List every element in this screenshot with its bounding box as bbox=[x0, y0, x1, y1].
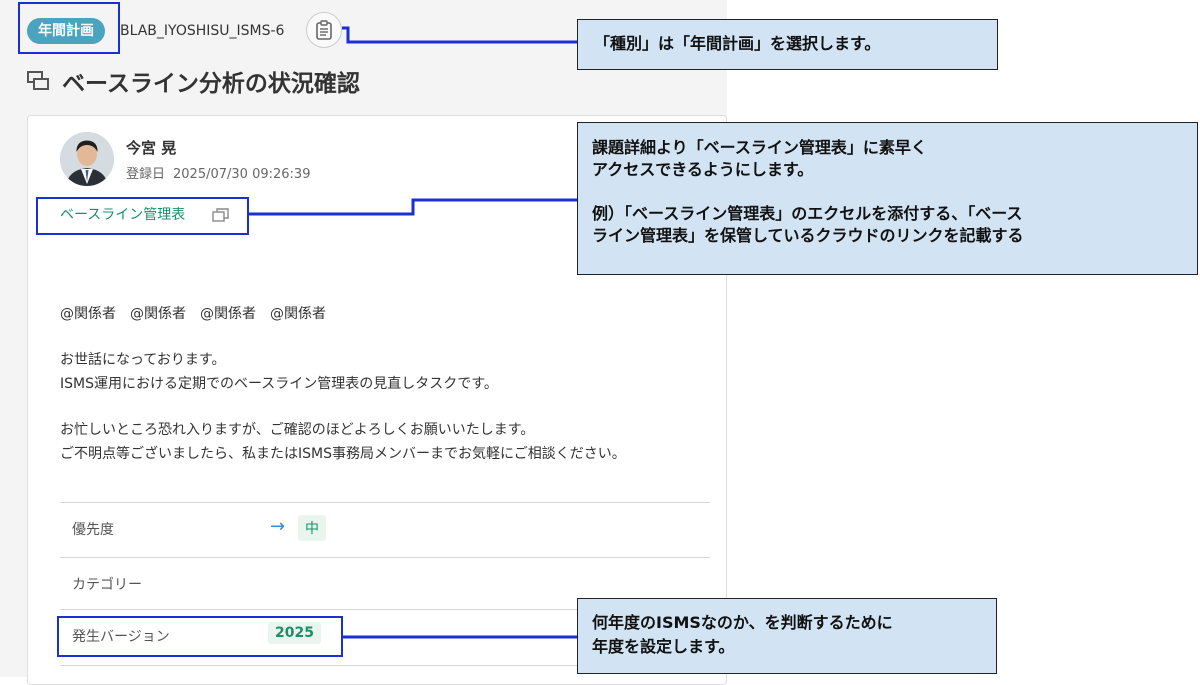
callout-version: 何年度のISMSなのか、を判断するために 年度を設定します。 bbox=[577, 598, 997, 674]
callout-link-line: 課題詳細より「ベースライン管理表」に素早く bbox=[592, 138, 927, 157]
callout-version-line: 何年度のISMSなのか、を判断するために bbox=[592, 613, 893, 632]
callout-link-line: アクセスできるようにします。 bbox=[592, 160, 814, 179]
callout-type: 「種別」は「年間計画」を選択します。 bbox=[577, 19, 998, 70]
callout-version-line: 年度を設定します。 bbox=[592, 637, 735, 656]
callout-type-text: 「種別」は「年間計画」を選択します。 bbox=[594, 34, 881, 53]
callout-link-line: 例）「ベースライン管理表」のエクセルを添付する、「ベース bbox=[592, 204, 1023, 223]
callout-link: 課題詳細より「ベースライン管理表」に素早く アクセスできるようにします。 例）「… bbox=[577, 122, 1198, 275]
callout-link-line: ライン管理表」を保管しているクラウドのリンクを記載する bbox=[592, 226, 1024, 245]
callout-connectors bbox=[249, 26, 578, 639]
